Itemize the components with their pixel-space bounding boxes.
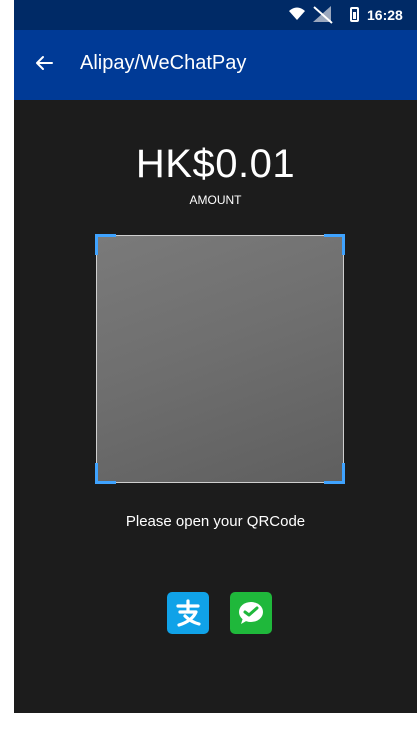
scan-corner-top-right (324, 234, 345, 255)
back-button[interactable] (26, 47, 62, 83)
signal-icon (311, 4, 335, 29)
wechat-pay-icon[interactable] (230, 592, 272, 634)
status-bar: 16:28 (14, 0, 417, 30)
scan-instruction: Please open your QRCode (125, 513, 306, 530)
qr-scan-frame (95, 234, 345, 484)
page-title: Alipay/WeChatPay (80, 52, 247, 74)
amount-label: AMOUNT (189, 193, 242, 207)
amount-value: HK$0.01 (135, 142, 296, 186)
scan-corner-bottom-right (324, 463, 345, 484)
scan-corner-top-left (95, 234, 116, 255)
alipay-icon[interactable] (167, 592, 209, 634)
arrow-left-icon (35, 55, 53, 76)
battery-icon (350, 7, 359, 22)
wifi-icon (288, 6, 306, 27)
device-screen: 16:28 Alipay/WeChatPay HK$0.01 AMOUNT Pl… (14, 0, 417, 713)
status-time: 16:28 (367, 7, 403, 23)
scan-corner-bottom-left (95, 463, 116, 484)
app-bar: Alipay/WeChatPay (14, 30, 417, 100)
